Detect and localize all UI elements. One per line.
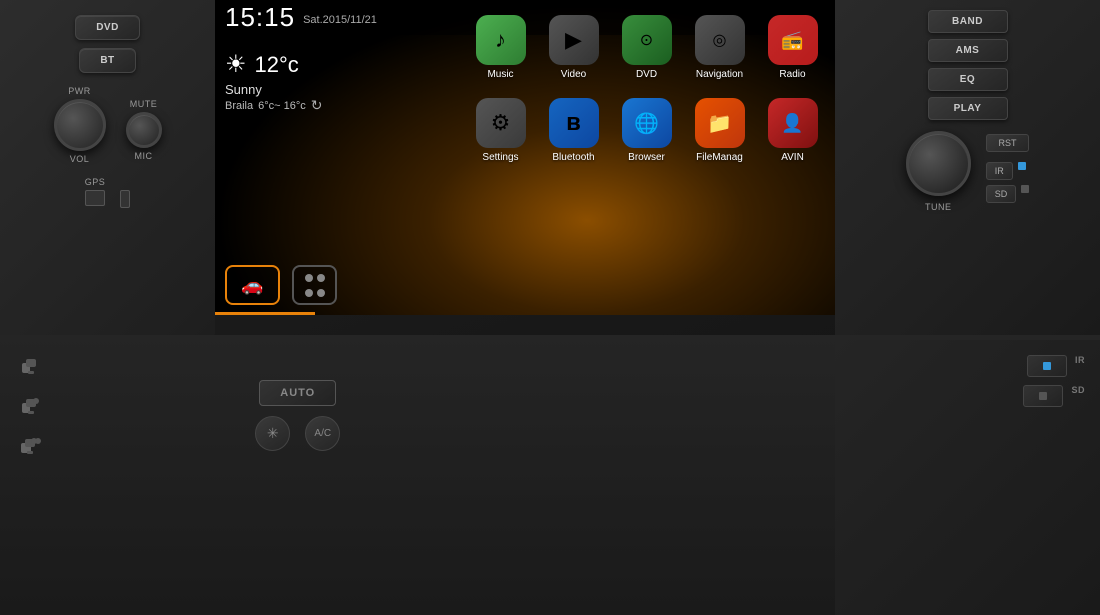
weather-widget: ☀ 12°c Sunny Braila 6°c~ 16°c ↻ bbox=[225, 50, 323, 114]
app-avin[interactable]: 👤 AVIN bbox=[760, 93, 825, 168]
app-grid: ♪ Music ▶ Video ⊙ DVD ◎ Navigation 📻 Rad… bbox=[468, 10, 825, 168]
bt-button[interactable]: BT bbox=[79, 48, 135, 73]
usb-port bbox=[120, 190, 130, 208]
video-icon: ▶ bbox=[549, 15, 599, 65]
seat-icons bbox=[20, 355, 42, 457]
car-widget[interactable]: 🚗 bbox=[225, 265, 280, 305]
ir-button[interactable]: IR bbox=[986, 162, 1013, 180]
date-display: Sat.2015/11/21 bbox=[303, 14, 377, 26]
avin-icon: 👤 bbox=[768, 98, 818, 148]
seat-icon-3 bbox=[20, 435, 42, 457]
left-panel: DVD BT PWR VOL MUTE MIC GPS - bbox=[0, 0, 215, 340]
bottom-widgets: 🚗 bbox=[225, 265, 337, 305]
climate-controls: AUTO ✳ A/C bbox=[62, 350, 534, 451]
sd-bottom-label: SD bbox=[1071, 385, 1085, 407]
app-radio[interactable]: 📻 Radio bbox=[760, 10, 825, 85]
play-button[interactable]: PLAY bbox=[928, 97, 1008, 120]
blue-led bbox=[1018, 162, 1026, 170]
app-video[interactable]: ▶ Video bbox=[541, 10, 606, 85]
app-browser[interactable]: 🌐 Browser bbox=[614, 93, 679, 168]
weather-city: Braila bbox=[225, 100, 253, 112]
band-button[interactable]: BAND bbox=[928, 10, 1008, 33]
pwr-label: PWR bbox=[68, 86, 91, 96]
app-dvd[interactable]: ⊙ DVD bbox=[614, 10, 679, 85]
right-bottom-panel: IR SD bbox=[835, 340, 1100, 615]
dot1 bbox=[305, 274, 313, 282]
ams-button[interactable]: AMS bbox=[928, 39, 1008, 62]
sd-gray-led bbox=[1039, 392, 1047, 400]
sd-indicator bbox=[1023, 385, 1063, 407]
temperature: 12°c bbox=[255, 52, 299, 78]
eq-button[interactable]: EQ bbox=[928, 68, 1008, 91]
car-icon: 🚗 bbox=[241, 275, 263, 296]
dots-widget[interactable] bbox=[292, 265, 337, 305]
pwr-knob[interactable] bbox=[54, 99, 106, 151]
auto-button[interactable]: AUTO bbox=[259, 380, 336, 406]
vol-label: VOL bbox=[70, 154, 90, 164]
ac-icon[interactable]: A/C bbox=[305, 416, 340, 451]
music-label: Music bbox=[487, 69, 513, 80]
dvd-button[interactable]: DVD bbox=[75, 15, 140, 40]
weather-condition: Sunny bbox=[225, 82, 323, 97]
settings-label: Settings bbox=[482, 152, 518, 163]
mute-knob[interactable] bbox=[126, 112, 162, 148]
app-filemanag[interactable]: 📁 FileManag bbox=[687, 93, 752, 168]
seat-icon-1 bbox=[20, 355, 42, 377]
dot3 bbox=[305, 289, 313, 297]
app-settings[interactable]: ⚙ Settings bbox=[468, 93, 533, 168]
avin-label: AVIN bbox=[781, 152, 804, 163]
filemanag-icon: 📁 bbox=[695, 98, 745, 148]
app-music[interactable]: ♪ Music bbox=[468, 10, 533, 85]
dot2 bbox=[317, 274, 325, 282]
dot4 bbox=[317, 289, 325, 297]
sd-button[interactable]: SD bbox=[986, 185, 1017, 203]
gray-led bbox=[1021, 185, 1029, 193]
fan-controls: ✳ A/C bbox=[255, 416, 340, 451]
ir-bottom-label: IR bbox=[1075, 355, 1085, 377]
tune-label: TUNE bbox=[925, 202, 952, 212]
settings-icon: ⚙ bbox=[476, 98, 526, 148]
video-label: Video bbox=[561, 69, 586, 80]
radio-icon: 📻 bbox=[768, 15, 818, 65]
ir-indicator bbox=[1027, 355, 1067, 377]
music-icon: ♪ bbox=[476, 15, 526, 65]
gps-port bbox=[85, 190, 105, 206]
fan-icon[interactable]: ✳ bbox=[255, 416, 290, 451]
right-panel: BAND AMS EQ PLAY TUNE RST IR SD bbox=[835, 0, 1100, 340]
filemanag-label: FileManag bbox=[696, 152, 743, 163]
app-navigation[interactable]: ◎ Navigation bbox=[687, 10, 752, 85]
dvd-icon: ⊙ bbox=[622, 15, 672, 65]
rst-button[interactable]: RST bbox=[986, 134, 1030, 152]
nav-icon: ◎ bbox=[695, 15, 745, 65]
ir-blue-led bbox=[1043, 362, 1051, 370]
weather-location: Braila 6°c~ 16°c ↻ bbox=[225, 97, 323, 114]
dvd-label: DVD bbox=[636, 69, 657, 80]
browser-label: Browser bbox=[628, 152, 665, 163]
orange-bar bbox=[215, 312, 315, 315]
sun-icon: ☀ bbox=[225, 50, 247, 79]
bluetooth-icon: ʙ bbox=[549, 98, 599, 148]
time-display: 15:15 bbox=[225, 2, 295, 33]
refresh-icon[interactable]: ↻ bbox=[311, 97, 323, 114]
radio-label: Radio bbox=[779, 69, 805, 80]
browser-icon: 🌐 bbox=[622, 98, 672, 148]
weather-range-text: 6°c~ 16°c bbox=[258, 100, 306, 112]
main-screen: 15:15 Sat.2015/11/21 ☀ 12°c Sunny Braila… bbox=[215, 0, 835, 315]
tune-knob[interactable] bbox=[906, 131, 971, 196]
app-bluetooth[interactable]: ʙ Bluetooth bbox=[541, 93, 606, 168]
gps-label: GPS bbox=[85, 177, 106, 187]
mute-label: MUTE bbox=[130, 99, 158, 109]
mic-label: MIC bbox=[135, 151, 153, 161]
seat-icon-2 bbox=[20, 395, 42, 417]
nav-label: Navigation bbox=[696, 69, 743, 80]
bluetooth-label: Bluetooth bbox=[552, 152, 594, 163]
